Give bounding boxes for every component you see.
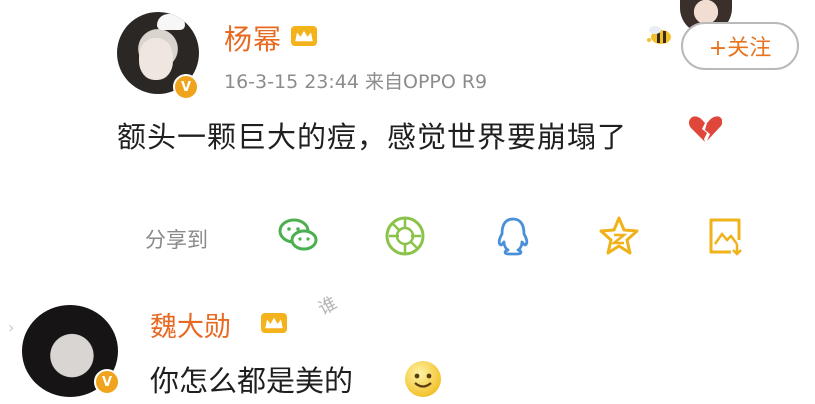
moments-icon[interactable]	[383, 214, 427, 258]
smiley-icon	[405, 361, 441, 397]
comment-username[interactable]: 魏大勋	[150, 305, 231, 344]
save-image-icon[interactable]	[703, 214, 747, 258]
follow-button[interactable]: +关注	[681, 22, 799, 70]
comment-text: 你怎么都是美的	[150, 364, 354, 398]
post-text: 额头一颗巨大的痘，感觉世界要崩塌了	[117, 120, 628, 154]
crown-icon	[261, 313, 287, 333]
qzone-icon[interactable]	[597, 214, 641, 258]
bee-icon	[641, 22, 675, 48]
wechat-icon[interactable]	[276, 214, 320, 258]
avatar-ears	[157, 14, 185, 30]
watermark-text: 谁	[314, 292, 341, 320]
follow-label: +关注	[708, 36, 772, 61]
post-username[interactable]: 杨幂	[224, 18, 282, 58]
qq-icon[interactable]	[491, 214, 535, 258]
verified-badge: V	[173, 74, 199, 100]
verified-badge: V	[94, 369, 120, 395]
post-meta: 16-3-15 23:44 来自OPPO R9	[224, 71, 488, 93]
crown-icon	[291, 26, 317, 46]
edge-mark: ›	[8, 318, 15, 337]
broken-heart-icon	[688, 114, 723, 151]
avatar-face	[139, 38, 173, 80]
share-label: 分享到	[145, 228, 208, 252]
